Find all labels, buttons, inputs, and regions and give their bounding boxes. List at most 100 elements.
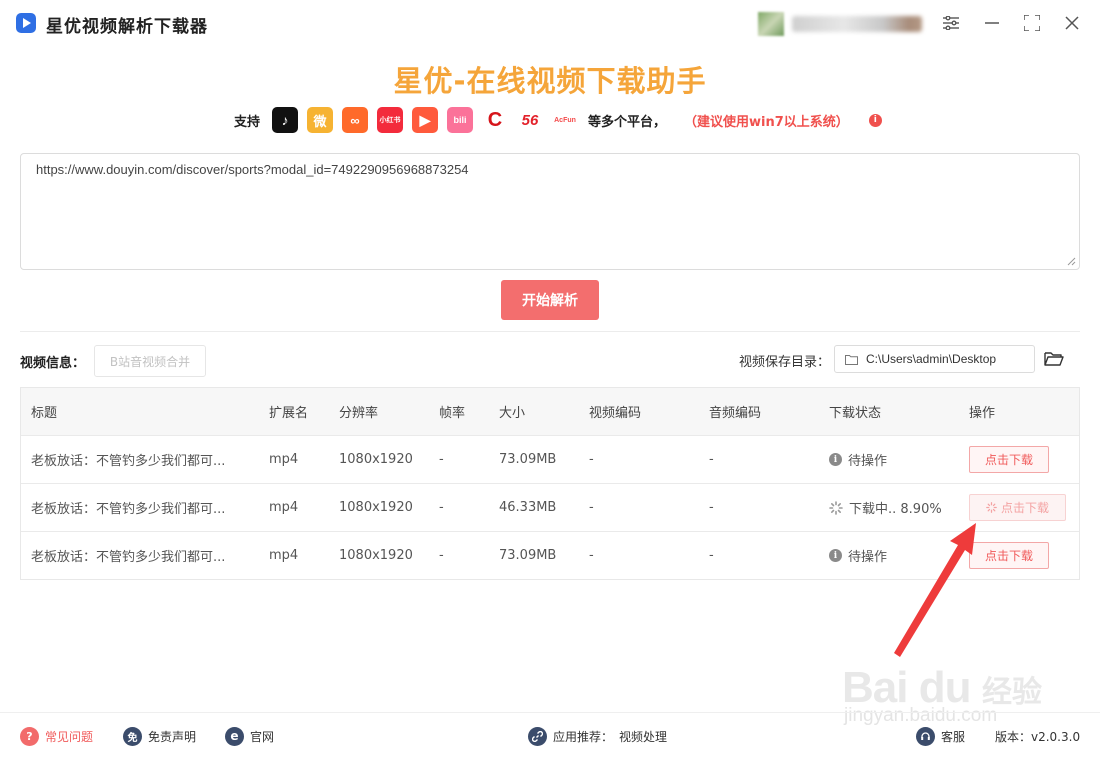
cell-size: 73.09MB bbox=[499, 548, 557, 563]
cell-size: 46.33MB bbox=[499, 500, 557, 515]
cell-ext: mp4 bbox=[269, 452, 299, 467]
table-row: 老板放话：不管钓多少我们都可... mp4 1080x1920 - 73.09MB - - i… bbox=[21, 435, 1079, 483]
status-text: 待操作 bbox=[848, 454, 888, 469]
disclaimer-link[interactable]: 免 免责声明 bbox=[123, 724, 196, 748]
download-button-label: 点击下载 bbox=[984, 453, 1033, 467]
recommend-value: 视频处理 bbox=[619, 729, 668, 744]
cell-title: 老板放话：不管钓多少我们都可... bbox=[31, 502, 226, 517]
headset-icon bbox=[916, 726, 935, 746]
recommend-label: 应用推荐： bbox=[553, 729, 614, 744]
disclaimer-icon: 免 bbox=[123, 726, 142, 746]
platform-support-row: 支持 ♪ 微 ∞ 小红书 ▶ bili C 56 AcFun 等多个平台， （建议使用win7以… bbox=[234, 106, 882, 134]
acfun-icon: AcFun bbox=[552, 107, 579, 133]
title-bar: 星优视频解析下载器 bbox=[0, 0, 1100, 46]
app-recommend-link[interactable]: 应用推荐： 视频处理 bbox=[528, 724, 667, 748]
header-size: 大小 bbox=[499, 406, 526, 421]
user-name-blurred[interactable] bbox=[792, 16, 922, 32]
kuaishou-icon: ∞ bbox=[342, 107, 369, 133]
download-button-label: 点击下载 bbox=[984, 549, 1033, 563]
app-logo-icon bbox=[16, 13, 36, 33]
loading-icon bbox=[986, 502, 997, 513]
download-button[interactable]: 点击下载 bbox=[969, 446, 1049, 473]
website-label: 官网 bbox=[250, 729, 275, 744]
platform-icons: ♪ 微 ∞ 小红书 ▶ bili C 56 AcFun bbox=[272, 107, 579, 133]
header-resolution: 分辨率 bbox=[339, 406, 379, 421]
baidu-watermark: Bai du 经验 jingyan.baidu.com bbox=[842, 645, 1042, 730]
support-label: 支持 bbox=[234, 114, 261, 130]
cell-title: 老板放话：不管钓多少我们都可... bbox=[31, 550, 226, 565]
douyin-icon: ♪ bbox=[272, 107, 299, 133]
folder-small-icon bbox=[845, 354, 858, 365]
cell-acodec: - bbox=[709, 500, 714, 515]
xiaohongshu-icon: 小红书 bbox=[377, 107, 404, 133]
app-title: 星优视频解析下载器 bbox=[46, 17, 208, 37]
system-hint: （建议使用win7以上系统） bbox=[684, 114, 849, 130]
disclaimer-label: 免责声明 bbox=[148, 729, 197, 744]
cell-res: 1080x1920 bbox=[339, 548, 413, 563]
faq-link[interactable]: ? 常见问题 bbox=[20, 724, 93, 748]
maximize-icon[interactable] bbox=[1019, 10, 1045, 36]
close-icon[interactable] bbox=[1059, 10, 1085, 36]
cell-acodec: - bbox=[709, 452, 714, 467]
minimize-icon[interactable] bbox=[979, 10, 1005, 36]
open-folder-icon[interactable] bbox=[1042, 347, 1066, 371]
divider bbox=[20, 331, 1080, 332]
start-parse-button[interactable]: 开始解析 bbox=[501, 280, 599, 320]
cell-title: 老板放话：不管钓多少我们都可... bbox=[31, 454, 226, 469]
header-fps: 帧率 bbox=[439, 406, 466, 421]
cell-vcodec: - bbox=[589, 452, 594, 467]
info-icon[interactable]: i bbox=[868, 113, 882, 127]
cell-acodec: - bbox=[709, 548, 714, 563]
info-circle-icon: i bbox=[829, 549, 842, 562]
settings-sliders-icon[interactable] bbox=[938, 10, 964, 36]
ie-browser-icon: e bbox=[225, 726, 244, 746]
save-dir-field[interactable]: C:\Users\admin\Desktop bbox=[834, 345, 1035, 373]
info-circle-icon: i bbox=[829, 453, 842, 466]
cctv-icon: C bbox=[482, 107, 509, 133]
header-action: 操作 bbox=[969, 406, 996, 421]
more-platforms-label: 等多个平台， bbox=[588, 114, 667, 130]
cell-fps: - bbox=[439, 500, 444, 515]
resize-grip-icon[interactable] bbox=[1066, 256, 1076, 266]
question-icon: ? bbox=[20, 726, 39, 746]
header-title: 标题 bbox=[31, 406, 58, 421]
page-heading: 星优-在线视频下载助手 bbox=[393, 64, 707, 98]
footer: ? 常见问题 免 免责声明 e 官网 应用推荐： 视频处理 客服 版本：v2.0… bbox=[0, 724, 1100, 748]
service-label: 客服 bbox=[941, 729, 966, 744]
customer-service-link[interactable]: 客服 bbox=[916, 724, 965, 748]
faq-label: 常见问题 bbox=[45, 729, 94, 744]
cell-ext: mp4 bbox=[269, 500, 299, 515]
bilibili-icon: bili bbox=[447, 107, 474, 133]
footer-divider bbox=[0, 712, 1100, 713]
save-dir-label: 视频保存目录： bbox=[739, 355, 831, 370]
header-status: 下载状态 bbox=[829, 406, 882, 421]
header-audio-codec: 音频编码 bbox=[709, 406, 762, 421]
cell-vcodec: - bbox=[589, 500, 594, 515]
website-link[interactable]: e 官网 bbox=[225, 724, 274, 748]
cell-fps: - bbox=[439, 452, 444, 467]
url-input[interactable]: https://www.douyin.com/discover/sports?m… bbox=[20, 153, 1080, 270]
cell-size: 73.09MB bbox=[499, 452, 557, 467]
cell-vcodec: - bbox=[589, 548, 594, 563]
version-info: 版本：v2.0.3.0 bbox=[995, 724, 1080, 748]
version-label: 版本：v2.0.3.0 bbox=[995, 729, 1081, 744]
header-video-codec: 视频编码 bbox=[589, 406, 642, 421]
56-icon: 56 bbox=[517, 107, 544, 133]
cell-res: 1080x1920 bbox=[339, 500, 413, 515]
download-button-label: 点击下载 bbox=[1000, 501, 1049, 515]
bilibili-merge-button[interactable]: B站音视频合并 bbox=[94, 345, 206, 377]
cell-fps: - bbox=[439, 548, 444, 563]
user-avatar[interactable] bbox=[758, 12, 784, 36]
save-dir-value: C:\Users\admin\Desktop bbox=[866, 352, 997, 366]
cell-status: i 待操作 bbox=[829, 532, 887, 579]
cell-res: 1080x1920 bbox=[339, 452, 413, 467]
video-info-label: 视频信息： bbox=[20, 356, 86, 371]
cell-status: i 待操作 bbox=[829, 436, 887, 483]
table-header: 标题 扩展名 分辨率 帧率 大小 视频编码 音频编码 下载状态 操作 bbox=[21, 388, 1079, 435]
cell-action: 点击下载 bbox=[969, 436, 1049, 483]
spinner-icon bbox=[829, 500, 843, 515]
weibo-icon: 微 bbox=[307, 107, 334, 133]
link-icon bbox=[528, 726, 547, 746]
video-play-icon: ▶ bbox=[412, 107, 439, 133]
red-arrow-annotation bbox=[894, 523, 976, 657]
